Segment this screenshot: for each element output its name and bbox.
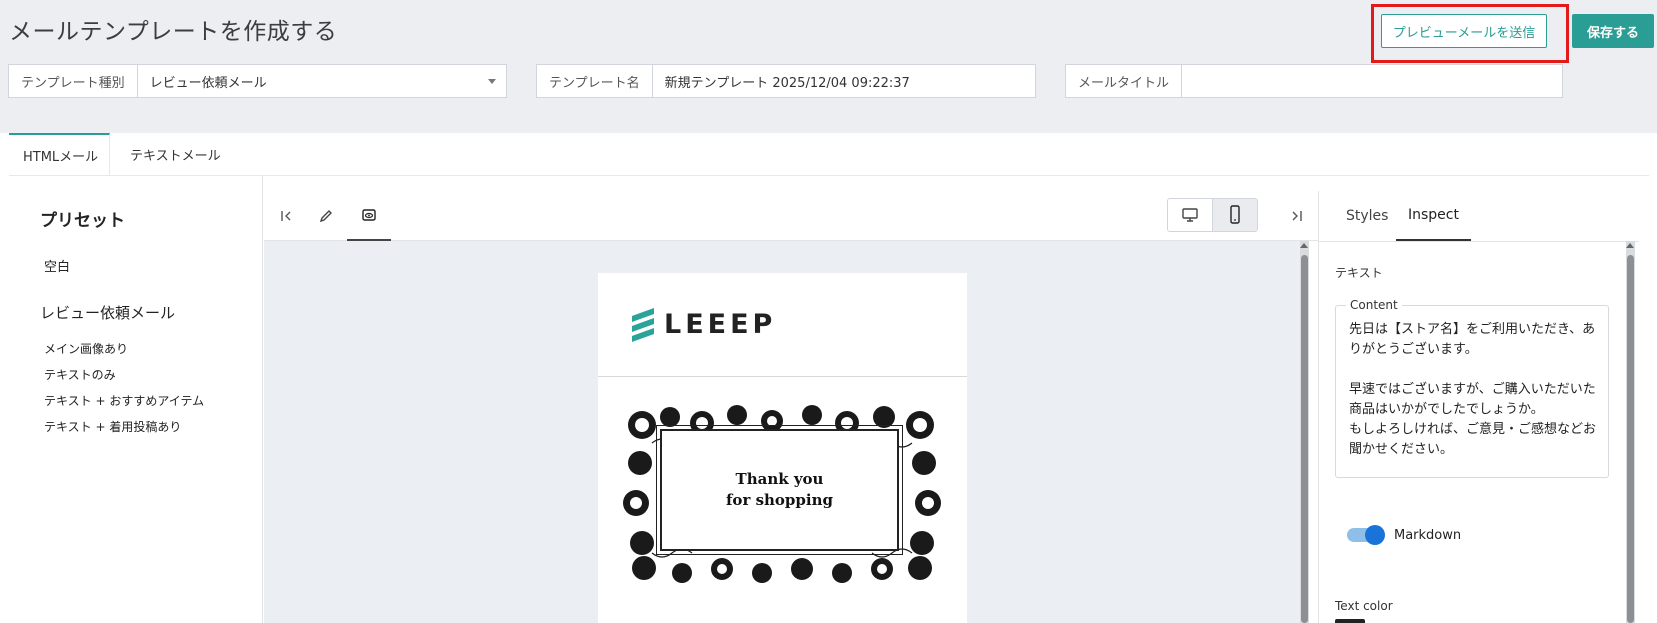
preset-item-blank[interactable]: 空白: [44, 256, 70, 275]
content-textarea[interactable]: Content 先日は【ストア名】をご利用いただき、ありがとうございます。 早速…: [1335, 298, 1609, 478]
preset-group-review: レビュー依頼メール: [40, 304, 176, 322]
eye-icon[interactable]: [347, 191, 391, 241]
template-name-input[interactable]: 新規テンプレート 2025/12/04 09:22:37: [653, 65, 1035, 97]
mail-preview: LEEEP Thank you for shopping: [598, 273, 967, 623]
template-name-field[interactable]: テンプレート名 新規テンプレート 2025/12/04 09:22:37: [536, 64, 1036, 98]
markdown-toggle[interactable]: [1347, 525, 1385, 545]
thank-you-line2: for shopping: [725, 491, 833, 509]
markdown-label: Markdown: [1394, 528, 1462, 543]
mail-title-input[interactable]: [1182, 65, 1562, 97]
preset-item[interactable]: テキストのみ: [44, 366, 116, 383]
content-legend: Content: [1346, 298, 1402, 312]
save-button[interactable]: 保存する: [1572, 14, 1654, 48]
tab-text-mail[interactable]: テキストメール: [130, 133, 221, 176]
mail-header: LEEEP: [598, 273, 967, 377]
scroll-up-icon[interactable]: [1626, 243, 1634, 248]
send-preview-mail-button[interactable]: プレビューメールを送信: [1381, 14, 1547, 48]
preset-item[interactable]: テキスト + おすすめアイテム: [44, 392, 204, 409]
thank-you-line1: Thank you: [735, 470, 824, 488]
device-toggle: [1167, 198, 1258, 232]
template-type-field[interactable]: テンプレート種別 レビュー依頼メール: [8, 64, 507, 98]
thank-you-card: Thank you for shopping: [656, 425, 903, 555]
preset-item[interactable]: テキスト + 着用投稿あり: [44, 418, 181, 435]
text-color-label: Text color: [1335, 599, 1393, 613]
mail-type-tabs: HTMLメール テキストメール: [9, 133, 1649, 176]
canvas-scrollbar[interactable]: [1300, 241, 1309, 623]
preset-item[interactable]: メイン画像あり: [44, 340, 128, 357]
page-title: メールテンプレートを作成する: [9, 19, 338, 45]
thank-you-banner: Thank you for shopping: [622, 403, 943, 584]
tab-inspect[interactable]: Inspect: [1396, 191, 1471, 241]
pencil-icon[interactable]: [304, 191, 348, 241]
template-type-select[interactable]: レビュー依頼メール: [138, 65, 488, 97]
preset-panel: プリセット 空白 レビュー依頼メール メイン画像あり テキストのみ テキスト +…: [9, 176, 263, 623]
toggle-knob[interactable]: [1365, 525, 1385, 545]
leeep-logo-icon: [632, 307, 654, 342]
collapse-left-icon[interactable]: [264, 191, 308, 241]
logo-text: LEEEP: [664, 309, 777, 340]
mail-title-label: メールタイトル: [1066, 65, 1183, 97]
inspector-tabs-divider: [1319, 241, 1639, 242]
preset-title: プリセット: [40, 211, 125, 231]
inspector-scroll-thumb[interactable]: [1627, 255, 1634, 623]
scroll-up-icon[interactable]: [1300, 243, 1308, 248]
section-label-text: テキスト: [1335, 266, 1383, 280]
text-color-swatch[interactable]: [1335, 619, 1365, 623]
inspector-panel: Styles Inspect テキスト Content 先日は【ストア名】をご利…: [1318, 191, 1657, 623]
template-name-label: テンプレート名: [537, 65, 653, 97]
desktop-icon[interactable]: [1168, 199, 1212, 231]
mail-title-field[interactable]: メールタイトル: [1065, 64, 1563, 98]
canvas-scroll-thumb[interactable]: [1301, 255, 1308, 623]
collapse-right-icon[interactable]: [1277, 191, 1317, 241]
chevron-down-icon[interactable]: [488, 78, 496, 84]
content-text[interactable]: 先日は【ストア名】をご利用いただき、ありがとうございます。 早速ではございますが…: [1349, 320, 1601, 460]
inspector-scrollbar[interactable]: [1626, 241, 1635, 623]
mobile-icon[interactable]: [1212, 199, 1257, 231]
tab-html-mail[interactable]: HTMLメール: [9, 133, 110, 176]
template-type-label: テンプレート種別: [9, 65, 138, 97]
editor-toolbar: [264, 191, 1318, 241]
tab-styles[interactable]: Styles: [1346, 191, 1388, 241]
